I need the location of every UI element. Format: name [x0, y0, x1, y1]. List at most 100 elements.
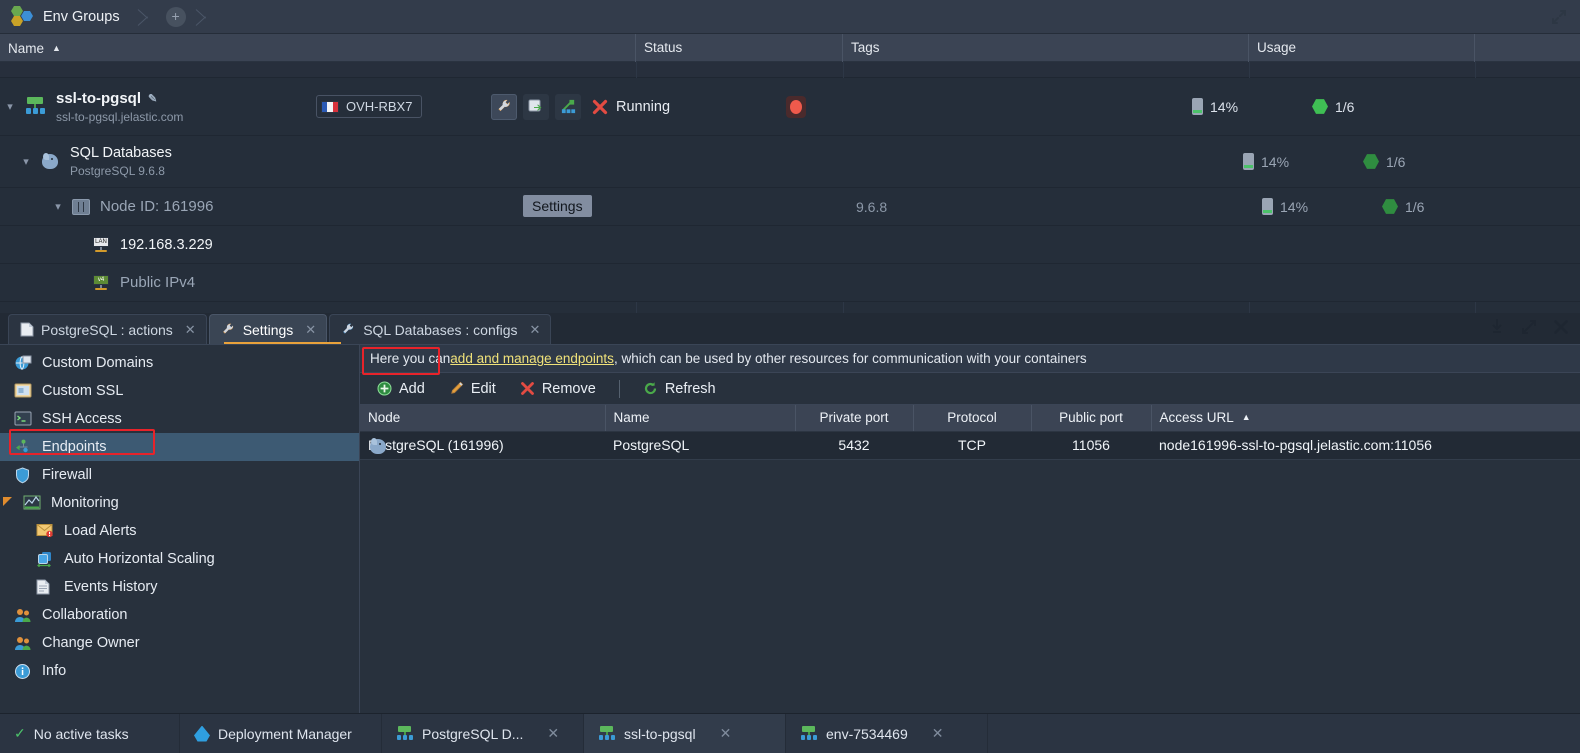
- banner-prefix: Here you can: [370, 351, 451, 366]
- clone-icon[interactable]: [523, 93, 549, 120]
- usage-ram: 14%: [1243, 153, 1363, 170]
- expand-triangle-icon[interactable]: [2, 495, 13, 511]
- env-icon: [800, 725, 818, 742]
- delete-icon[interactable]: [587, 94, 613, 120]
- menu-item-custom-ssl[interactable]: Custom SSL: [0, 377, 359, 405]
- menu-item-change-owner[interactable]: Change Owner: [0, 629, 359, 657]
- expand-icon[interactable]: [1550, 8, 1568, 26]
- table-row-node-group[interactable]: ▾ SQL Databases PostgreSQL 9.6.8 14% 1/6: [0, 136, 1580, 188]
- column-header-protocol[interactable]: Protocol: [913, 405, 1032, 432]
- taskbar-item-ssl-to-pgsql[interactable]: ssl-to-pgsql ✕: [584, 714, 786, 753]
- menu-item-label: Custom SSL: [42, 383, 124, 399]
- taskbar: ✓ No active tasks Deployment Manager Pos…: [0, 713, 1580, 753]
- menu-item-collaboration[interactable]: Collaboration: [0, 601, 359, 629]
- rename-pencil-icon[interactable]: ✎: [148, 92, 157, 105]
- collapse-toggle-icon[interactable]: ▾: [0, 100, 20, 113]
- menu-item-label: Events History: [64, 579, 158, 595]
- tab-label: SQL Databases : configs: [363, 321, 518, 338]
- terminal-icon: [14, 411, 33, 428]
- globe-icon: [14, 355, 33, 372]
- table-row-public-ip[interactable]: v4 Public IPv4: [0, 264, 1580, 302]
- settings-wrench-icon[interactable]: [491, 93, 517, 120]
- menu-item-label: Collaboration: [42, 607, 128, 623]
- settings-tooltip: Settings: [523, 195, 592, 217]
- column-header-tags[interactable]: Tags: [843, 33, 1249, 62]
- column-header-access-url[interactable]: Access URL ▲: [1151, 405, 1580, 432]
- tab-postgresql-actions[interactable]: PostgreSQL : actions ✕: [8, 314, 207, 344]
- refresh-icon: [644, 382, 656, 395]
- menu-item-firewall[interactable]: Firewall: [0, 461, 359, 489]
- collapse-toggle-icon[interactable]: ▾: [48, 200, 68, 213]
- cloudlet-hex-icon: [1312, 99, 1328, 115]
- topology-icon[interactable]: [555, 93, 581, 120]
- taskbar-item-env-7534469[interactable]: env-7534469 ✕: [786, 714, 988, 753]
- menu-item-label: Change Owner: [42, 635, 140, 651]
- table-row[interactable]: PostgreSQL (161996) PostgreSQL 5432 TCP …: [360, 431, 1580, 460]
- cloudlet-hex-icon: [1382, 199, 1398, 215]
- node-icon: [72, 198, 90, 215]
- table-row-private-ip[interactable]: LAN 192.168.3.229: [0, 226, 1580, 264]
- menu-item-info[interactable]: Info: [0, 657, 359, 685]
- breadcrumb-env-groups[interactable]: Env Groups: [0, 0, 136, 34]
- wrench-icon: [222, 323, 233, 334]
- column-header-status[interactable]: Status: [636, 33, 843, 62]
- column-header-private-port[interactable]: Private port: [795, 405, 914, 432]
- column-header-node[interactable]: Node: [360, 405, 606, 432]
- close-icon[interactable]: ✕: [185, 322, 196, 338]
- table-row-environment[interactable]: ▾ ssl-to-pgsql ✎ ssl-to-pgsql.jelastic.c…: [0, 78, 1580, 136]
- close-icon[interactable]: ✕: [305, 322, 316, 338]
- env-icon: [598, 725, 616, 742]
- drop-icon: [194, 725, 210, 742]
- breadcrumb-label: Env Groups: [43, 8, 120, 25]
- add-button-label: Add: [399, 380, 425, 397]
- taskbar-item-postgresql[interactable]: PostgreSQL D... ✕: [382, 714, 584, 753]
- refresh-button-label: Refresh: [664, 380, 716, 397]
- add-button[interactable]: Add: [368, 378, 434, 400]
- taskbar-item-label: Deployment Manager: [218, 725, 352, 742]
- region-badge: OVH-RBX7: [316, 95, 423, 118]
- tab-sql-databases-configs[interactable]: SQL Databases : configs ✕: [329, 314, 552, 344]
- usage-ram-value: 14%: [1210, 98, 1239, 115]
- menu-item-monitoring[interactable]: Monitoring: [0, 489, 359, 517]
- column-header-usage[interactable]: Usage: [1249, 33, 1475, 62]
- private-ip-value: 192.168.3.229: [120, 236, 213, 253]
- table-row-node[interactable]: ▾ Node ID: 161996 9.6.8 14% 1/6: [0, 188, 1580, 226]
- tab-settings[interactable]: Settings ✕: [208, 314, 328, 344]
- usage-ram-value: 14%: [1280, 198, 1309, 215]
- menu-item-label: SSH Access: [42, 411, 122, 427]
- taskbar-item-deployment-manager[interactable]: Deployment Manager: [180, 714, 382, 753]
- close-icon[interactable]: [1552, 318, 1570, 336]
- collapse-toggle-icon[interactable]: ▾: [16, 155, 36, 168]
- environment-status: Running: [616, 98, 671, 115]
- environment-tree: ▾ ssl-to-pgsql ✎ ssl-to-pgsql.jelastic.c…: [0, 62, 1580, 330]
- column-header-name[interactable]: Name ▲: [0, 33, 636, 62]
- refresh-button[interactable]: Refresh: [634, 378, 725, 400]
- add-and-manage-endpoints-link[interactable]: add and manage endpoints: [450, 351, 614, 366]
- column-header-extra[interactable]: [1475, 34, 1580, 62]
- close-icon[interactable]: ✕: [530, 322, 541, 338]
- menu-item-auto-horizontal-scaling[interactable]: Auto Horizontal Scaling: [0, 545, 359, 573]
- maximize-icon[interactable]: [1520, 318, 1538, 336]
- menu-item-ssh-access[interactable]: SSH Access: [0, 405, 359, 433]
- close-icon[interactable]: ✕: [932, 725, 944, 742]
- environment-domain: ssl-to-pgsql.jelastic.com: [56, 109, 184, 124]
- remove-button[interactable]: Remove: [511, 378, 605, 400]
- column-header-public-port[interactable]: Public port: [1031, 405, 1152, 432]
- menu-item-load-alerts[interactable]: Load Alerts: [0, 517, 359, 545]
- column-header-name[interactable]: Name: [605, 405, 796, 432]
- tag-dot-icon[interactable]: [786, 95, 806, 118]
- settings-panel: PostgreSQL : actions ✕ Settings ✕ SQL Da…: [0, 313, 1580, 713]
- menu-item-events-history[interactable]: Events History: [0, 573, 359, 601]
- add-env-group-button[interactable]: +: [165, 6, 186, 27]
- shield-icon: [14, 466, 33, 484]
- edit-button[interactable]: Edit: [440, 378, 505, 400]
- taskbar-item-label: env-7534469: [826, 725, 908, 742]
- menu-item-endpoints[interactable]: Endpoints: [0, 433, 359, 461]
- menu-item-custom-domains[interactable]: Custom Domains: [0, 349, 359, 377]
- check-icon: ✓: [14, 725, 26, 741]
- minimize-icon[interactable]: [1488, 318, 1506, 336]
- close-icon[interactable]: ✕: [720, 725, 732, 742]
- ram-icon: [1192, 98, 1203, 115]
- close-icon[interactable]: ✕: [547, 725, 559, 742]
- cell-public-port: 11056: [1031, 431, 1151, 460]
